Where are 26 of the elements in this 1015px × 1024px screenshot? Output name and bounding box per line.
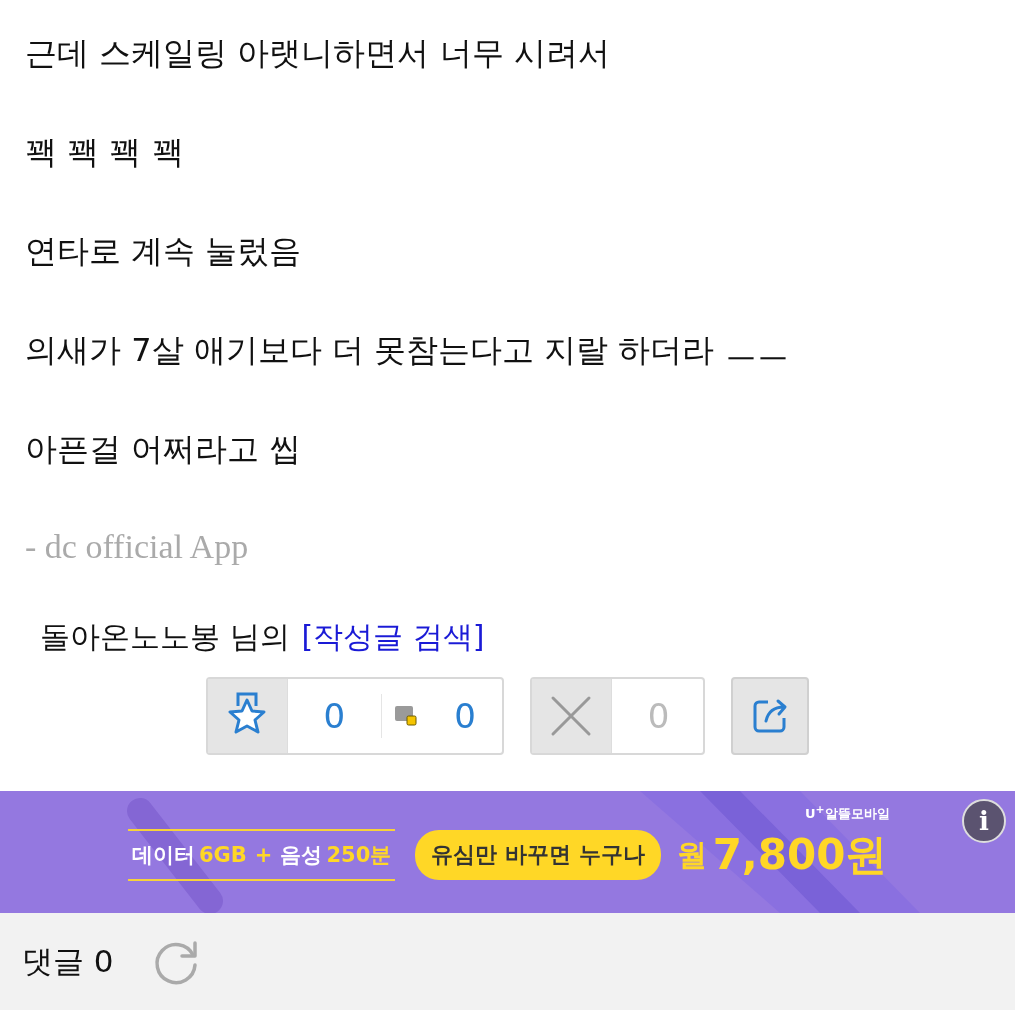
post-paragraph: 연타로 계속 눌렀음 — [25, 231, 303, 272]
fixed-recommend-count: 0 — [453, 696, 477, 736]
ad-logo: U$^{+}$알뜰모바일 — [805, 803, 890, 824]
post-paragraph: 꽥 꽥 꽥 꽥 — [25, 132, 185, 173]
ad-text: + — [254, 843, 273, 867]
post-paragraph: 의새가 7살 애기보다 더 못참는다고 지랄 하더라 ㅡㅡ — [25, 330, 790, 371]
author-name: 돌아온노노봉 님의 — [40, 618, 290, 656]
recommend-button[interactable] — [207, 679, 288, 753]
ad-text: 250분 — [326, 842, 392, 869]
ad-text: 음성 — [280, 842, 323, 869]
ad-speech-bubble: 유심만 바꾸면 누구나 — [415, 830, 661, 880]
not-recommend-button[interactable] — [531, 679, 612, 753]
ad-text: 데이터 — [132, 842, 195, 869]
share-button[interactable] — [731, 677, 810, 755]
recommend-count: 0 — [322, 696, 347, 736]
not-recommend-count: 0 — [646, 696, 671, 736]
ad-text: 월 — [676, 835, 707, 874]
post-paragraph: 근데 스케일링 아랫니하면서 너무 시려서 — [25, 33, 611, 74]
ad-text: 6GB — [199, 843, 247, 867]
ad-price: 7,800원 — [712, 829, 888, 881]
fixed-user-icon — [394, 705, 419, 727]
signature-text: - dc official App — [25, 527, 250, 567]
info-button[interactable]: i — [962, 799, 1006, 843]
post-paragraph: 아픈걸 어쩌라고 씹 — [25, 429, 303, 470]
search-posts-link[interactable]: [작성글 검색] — [301, 617, 485, 657]
comment-count: 댓글 0 — [22, 941, 114, 981]
